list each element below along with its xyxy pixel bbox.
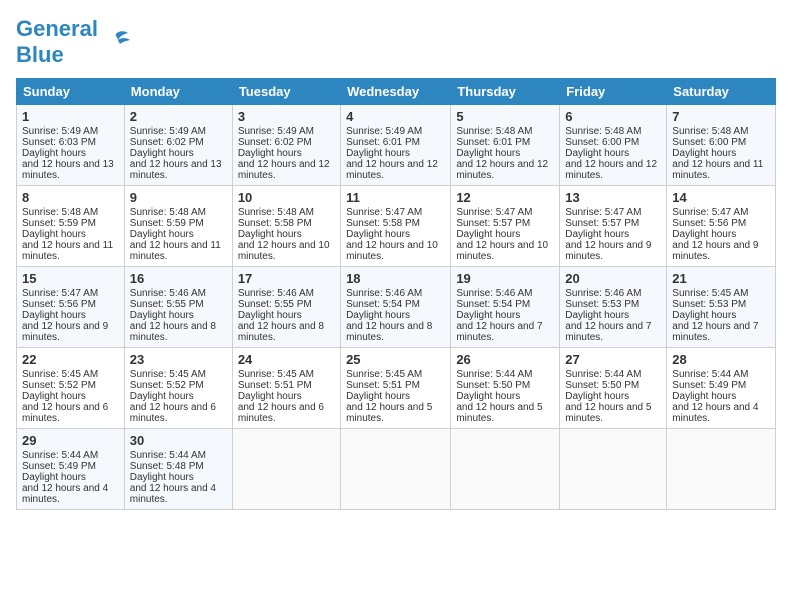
calendar-day: 13Sunrise: 5:47 AMSunset: 5:57 PMDayligh… [560, 186, 667, 267]
calendar-table: SundayMondayTuesdayWednesdayThursdayFrid… [16, 78, 776, 510]
day-number: 27 [565, 352, 661, 367]
calendar-day: 2Sunrise: 5:49 AMSunset: 6:02 PMDaylight… [124, 105, 232, 186]
calendar-day: 4Sunrise: 5:49 AMSunset: 6:01 PMDaylight… [341, 105, 451, 186]
calendar-day: 6Sunrise: 5:48 AMSunset: 6:00 PMDaylight… [560, 105, 667, 186]
day-number: 2 [130, 109, 227, 124]
day-number: 9 [130, 190, 227, 205]
calendar-day: 16Sunrise: 5:46 AMSunset: 5:55 PMDayligh… [124, 267, 232, 348]
calendar-day: 26Sunrise: 5:44 AMSunset: 5:50 PMDayligh… [451, 348, 560, 429]
day-number: 5 [456, 109, 554, 124]
column-header-monday: Monday [124, 79, 232, 105]
column-header-saturday: Saturday [667, 79, 776, 105]
calendar-day: 5Sunrise: 5:48 AMSunset: 6:01 PMDaylight… [451, 105, 560, 186]
day-number: 7 [672, 109, 770, 124]
calendar-day: 12Sunrise: 5:47 AMSunset: 5:57 PMDayligh… [451, 186, 560, 267]
calendar-header-row: SundayMondayTuesdayWednesdayThursdayFrid… [17, 79, 776, 105]
day-number: 16 [130, 271, 227, 286]
day-number: 3 [238, 109, 335, 124]
calendar-day: 8Sunrise: 5:48 AMSunset: 5:59 PMDaylight… [17, 186, 125, 267]
column-header-tuesday: Tuesday [232, 79, 340, 105]
calendar-day: 25Sunrise: 5:45 AMSunset: 5:51 PMDayligh… [341, 348, 451, 429]
calendar-day: 27Sunrise: 5:44 AMSunset: 5:50 PMDayligh… [560, 348, 667, 429]
logo-bird-icon [102, 30, 130, 54]
calendar-week-row: 1Sunrise: 5:49 AMSunset: 6:03 PMDaylight… [17, 105, 776, 186]
calendar-week-row: 22Sunrise: 5:45 AMSunset: 5:52 PMDayligh… [17, 348, 776, 429]
calendar-day: 18Sunrise: 5:46 AMSunset: 5:54 PMDayligh… [341, 267, 451, 348]
day-number: 29 [22, 433, 119, 448]
calendar-day: 11Sunrise: 5:47 AMSunset: 5:58 PMDayligh… [341, 186, 451, 267]
day-number: 24 [238, 352, 335, 367]
calendar-day [232, 429, 340, 510]
calendar-day: 29Sunrise: 5:44 AMSunset: 5:49 PMDayligh… [17, 429, 125, 510]
calendar-day [560, 429, 667, 510]
day-number: 8 [22, 190, 119, 205]
calendar-day: 21Sunrise: 5:45 AMSunset: 5:53 PMDayligh… [667, 267, 776, 348]
calendar-day [667, 429, 776, 510]
calendar-day: 28Sunrise: 5:44 AMSunset: 5:49 PMDayligh… [667, 348, 776, 429]
day-number: 17 [238, 271, 335, 286]
day-number: 19 [456, 271, 554, 286]
day-number: 15 [22, 271, 119, 286]
column-header-thursday: Thursday [451, 79, 560, 105]
day-number: 30 [130, 433, 227, 448]
column-header-wednesday: Wednesday [341, 79, 451, 105]
logo: General Blue [16, 16, 130, 68]
day-number: 20 [565, 271, 661, 286]
calendar-day: 23Sunrise: 5:45 AMSunset: 5:52 PMDayligh… [124, 348, 232, 429]
day-number: 10 [238, 190, 335, 205]
day-number: 25 [346, 352, 445, 367]
day-number: 14 [672, 190, 770, 205]
calendar-day: 1Sunrise: 5:49 AMSunset: 6:03 PMDaylight… [17, 105, 125, 186]
calendar-day: 9Sunrise: 5:48 AMSunset: 5:59 PMDaylight… [124, 186, 232, 267]
calendar-day: 20Sunrise: 5:46 AMSunset: 5:53 PMDayligh… [560, 267, 667, 348]
logo-text: General Blue [16, 16, 98, 68]
calendar-week-row: 29Sunrise: 5:44 AMSunset: 5:49 PMDayligh… [17, 429, 776, 510]
day-number: 4 [346, 109, 445, 124]
calendar-day: 22Sunrise: 5:45 AMSunset: 5:52 PMDayligh… [17, 348, 125, 429]
calendar-day: 24Sunrise: 5:45 AMSunset: 5:51 PMDayligh… [232, 348, 340, 429]
calendar-week-row: 8Sunrise: 5:48 AMSunset: 5:59 PMDaylight… [17, 186, 776, 267]
calendar-day: 7Sunrise: 5:48 AMSunset: 6:00 PMDaylight… [667, 105, 776, 186]
day-number: 28 [672, 352, 770, 367]
calendar-week-row: 15Sunrise: 5:47 AMSunset: 5:56 PMDayligh… [17, 267, 776, 348]
day-number: 18 [346, 271, 445, 286]
calendar-day [341, 429, 451, 510]
day-number: 21 [672, 271, 770, 286]
day-number: 11 [346, 190, 445, 205]
column-header-friday: Friday [560, 79, 667, 105]
page-header: General Blue [16, 16, 776, 68]
day-number: 26 [456, 352, 554, 367]
calendar-day: 30Sunrise: 5:44 AMSunset: 5:48 PMDayligh… [124, 429, 232, 510]
day-number: 13 [565, 190, 661, 205]
day-number: 6 [565, 109, 661, 124]
calendar-day: 14Sunrise: 5:47 AMSunset: 5:56 PMDayligh… [667, 186, 776, 267]
calendar-day: 17Sunrise: 5:46 AMSunset: 5:55 PMDayligh… [232, 267, 340, 348]
calendar-day [451, 429, 560, 510]
calendar-day: 19Sunrise: 5:46 AMSunset: 5:54 PMDayligh… [451, 267, 560, 348]
day-number: 12 [456, 190, 554, 205]
day-number: 23 [130, 352, 227, 367]
calendar-day: 15Sunrise: 5:47 AMSunset: 5:56 PMDayligh… [17, 267, 125, 348]
column-header-sunday: Sunday [17, 79, 125, 105]
calendar-day: 3Sunrise: 5:49 AMSunset: 6:02 PMDaylight… [232, 105, 340, 186]
calendar-day: 10Sunrise: 5:48 AMSunset: 5:58 PMDayligh… [232, 186, 340, 267]
day-number: 1 [22, 109, 119, 124]
day-number: 22 [22, 352, 119, 367]
